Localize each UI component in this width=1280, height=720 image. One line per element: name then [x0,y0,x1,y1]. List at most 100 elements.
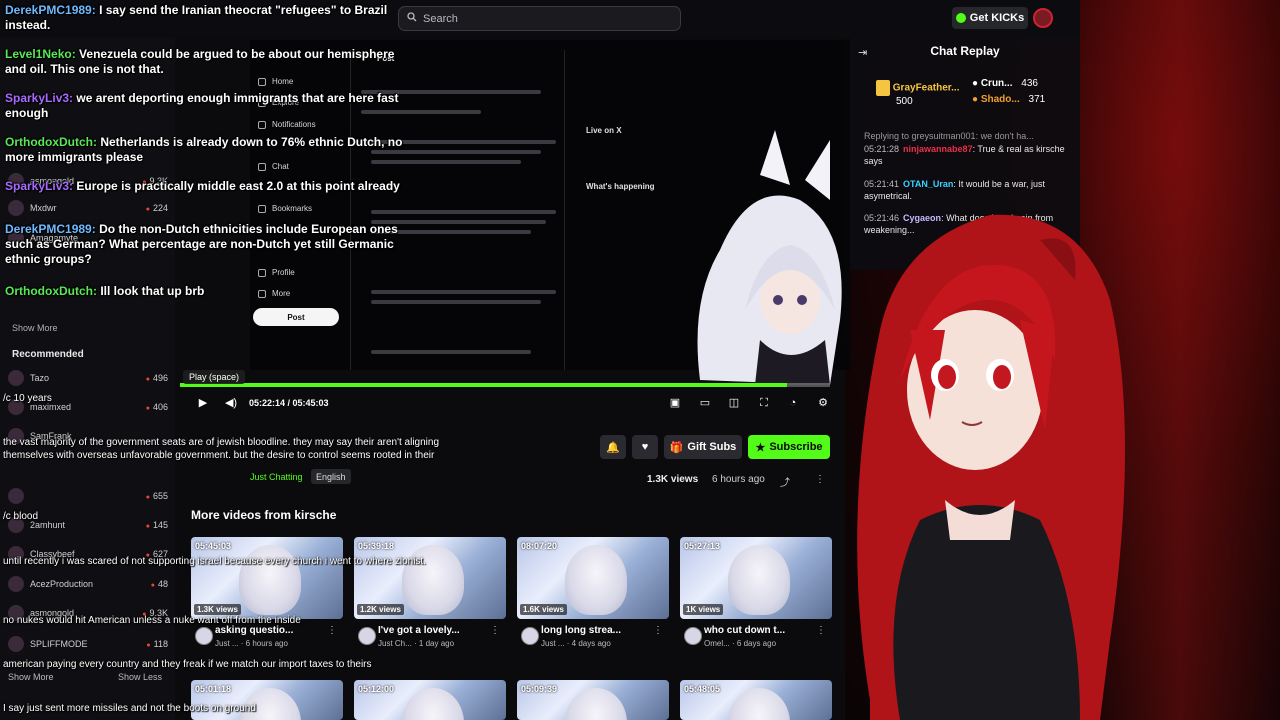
video-thumbnail[interactable]: 05:48:05 [680,680,832,720]
subscribe-button[interactable]: ★ Subscribe [748,435,830,459]
fullscreen-icon[interactable]: ⛶ [757,396,771,410]
video-menu-icon[interactable]: ⋮ [816,625,826,636]
more-options-icon[interactable]: ⋮ [815,474,825,485]
clip-icon[interactable]: ▣ [668,396,682,410]
video-card[interactable]: 05:27:13 1K views who cut down t... Omel...… [680,537,832,648]
language-tag[interactable]: English [311,469,351,484]
twitter-nav-item[interactable]: Home [258,77,293,86]
message-user[interactable]: Cygaeon [903,213,941,223]
video-card[interactable]: 05:48:05 [680,680,832,720]
video-subtitle: Just ... · 6 hours ago [215,639,288,648]
chat-replay-title: Chat Replay [930,44,1000,58]
overlay-chat-message: SparkyLiv3: Europe is practically middle… [5,179,405,194]
twitter-post-button[interactable]: Post [253,308,339,326]
overlay-chat-text: Europe is practically middle east 2.0 at… [76,179,400,193]
overlay-chat-line: I say just sent more missiles and not th… [3,703,256,714]
video-thumbnail[interactable]: 05:09:39 [517,680,669,720]
sidebar-channel[interactable]: AcezProduction 48 [8,576,168,592]
feed-line [371,350,531,354]
leader-score: 436 [1021,78,1038,89]
nav-label: Notifications [272,120,316,129]
leader-name: Shado... [980,94,1020,105]
overlay-chat-user: SparkyLiv3: [5,179,74,193]
recommended-label: Recommended [12,349,84,360]
star-icon: ★ [755,441,766,454]
video-menu-icon[interactable]: ⋮ [490,625,500,636]
leader-score: 500 [896,96,913,107]
speed-icon[interactable]: ◔ [786,396,800,410]
video-thumbnail[interactable]: 05:45:03 1.3K views [191,537,343,619]
video-thumbnail[interactable]: 05:27:13 1K views [680,537,832,619]
overlay-chat-message: Level1Neko: Venezuela could be argued to… [5,47,405,77]
chat-message: 05:21:28 ninjawannabe87: True & real as k… [864,144,1065,166]
get-kicks-button[interactable]: Get KICKs [952,7,1028,29]
show-more-bottom-label: Show More [8,672,54,682]
progress-fill [180,383,788,387]
user-avatar[interactable] [1033,8,1053,28]
pip-icon[interactable]: ◫ [727,396,741,410]
twitter-nav-item[interactable]: Bookmarks [258,204,312,213]
settings-gear-icon[interactable]: ⚙ [816,396,830,410]
overlay-chat-message: DerekPMC1989: I say send the Iranian the… [5,3,405,33]
theater-icon[interactable]: ▭ [698,396,712,410]
overlay-chat-user: DerekPMC1989: [5,222,96,236]
video-title[interactable]: long long strea... [517,625,669,636]
sidebar-channel[interactable]: Mxdwr 224 [8,200,168,216]
message-user[interactable]: ninjawannabe87 [903,144,973,154]
video-card[interactable]: 05:09:39 [517,680,669,720]
channel-name: SPLIFFMODE [30,639,88,649]
overlay-chat-message: OrthodoxDutch: Netherlands is already do… [5,135,405,165]
sidebar-channel[interactable]: SPLIFFMODE 118 [8,636,168,652]
leaderboard-second: ● Crun... 436 [972,78,1038,89]
video-card[interactable]: 08:07:20 1.6K views long long strea... Just… [517,537,669,648]
kicks-icon [955,13,966,23]
sidebar-show-more-bottom[interactable]: Show More [8,672,68,682]
video-card[interactable]: 05:45:03 1.3K views asking questio... Just … [191,537,343,648]
follow-heart-button[interactable]: ♥ [632,435,658,459]
notification-bell-button[interactable]: 🔔 [600,435,626,459]
view-count: 1.3K views [647,474,699,485]
leader-score: 371 [1028,94,1046,105]
leaderboard-first: GrayFeather... 500 [876,80,959,107]
overlay-chat-user: Level1Neko: [5,47,76,61]
twitter-nav-item[interactable]: Notifications [258,120,316,129]
channel-avatar [8,200,24,216]
message-user[interactable]: OTAN_Uran [903,179,953,189]
nav-icon [258,77,266,86]
overlay-chat-user: DerekPMC1989: [5,3,96,17]
share-icon[interactable]: ⤴ [780,474,790,489]
video-thumbnail[interactable]: 08:07:20 1.6K views [517,537,669,619]
video-thumbnail[interactable]: 05:39:18 1.2K views [354,537,506,619]
gift-subs-label: Gift Subs [687,441,737,453]
chat-message: 05:21:41 OTAN_Uran: It would be a war, ju… [864,179,1045,201]
search-placeholder: Search [423,12,458,25]
video-subtitle: Omel... · 6 days ago [704,639,777,648]
heart-icon: ♥ [641,441,649,453]
video-duration: 05:48:05 [684,684,721,694]
live-on-x-heading: Live on X [586,126,622,135]
playback-progress[interactable] [180,383,830,387]
sidebar-channel[interactable]: Tazo 496 [8,370,168,386]
nav-icon [258,204,266,213]
video-views: 1K views [683,604,724,615]
show-more-link[interactable]: Show More [12,323,58,333]
search-bar[interactable]: Search [398,6,681,31]
sidebar-channel[interactable]: 655 [8,488,168,504]
nav-icon [258,268,266,277]
overlay-chat-line: /c blood [3,511,39,522]
video-duration: 08:07:20 [521,541,558,551]
twitter-nav-item[interactable]: Profile [258,268,295,277]
overlay-chat-message: OrthodoxDutch: Ill look that up brb [5,284,405,299]
video-card[interactable]: 05:39:18 1.2K views I've got a lovely... Ju… [354,537,506,648]
video-subtitle: Just Ch... · 1 day ago [378,639,455,648]
medal-icon: ● [972,78,979,89]
trophy-icon [876,80,890,96]
message-time: 05:21:41 [864,179,900,189]
overlay-chat-user: OrthodoxDutch: [5,135,97,149]
video-title[interactable]: who cut down t... [680,625,832,636]
category-tag[interactable]: Just Chatting [245,469,308,484]
gift-icon: 🎁 [669,441,684,454]
gift-subs-button[interactable]: 🎁 Gift Subs [664,435,742,459]
video-menu-icon[interactable]: ⋮ [653,625,663,636]
video-duration: 05:09:39 [521,684,558,694]
